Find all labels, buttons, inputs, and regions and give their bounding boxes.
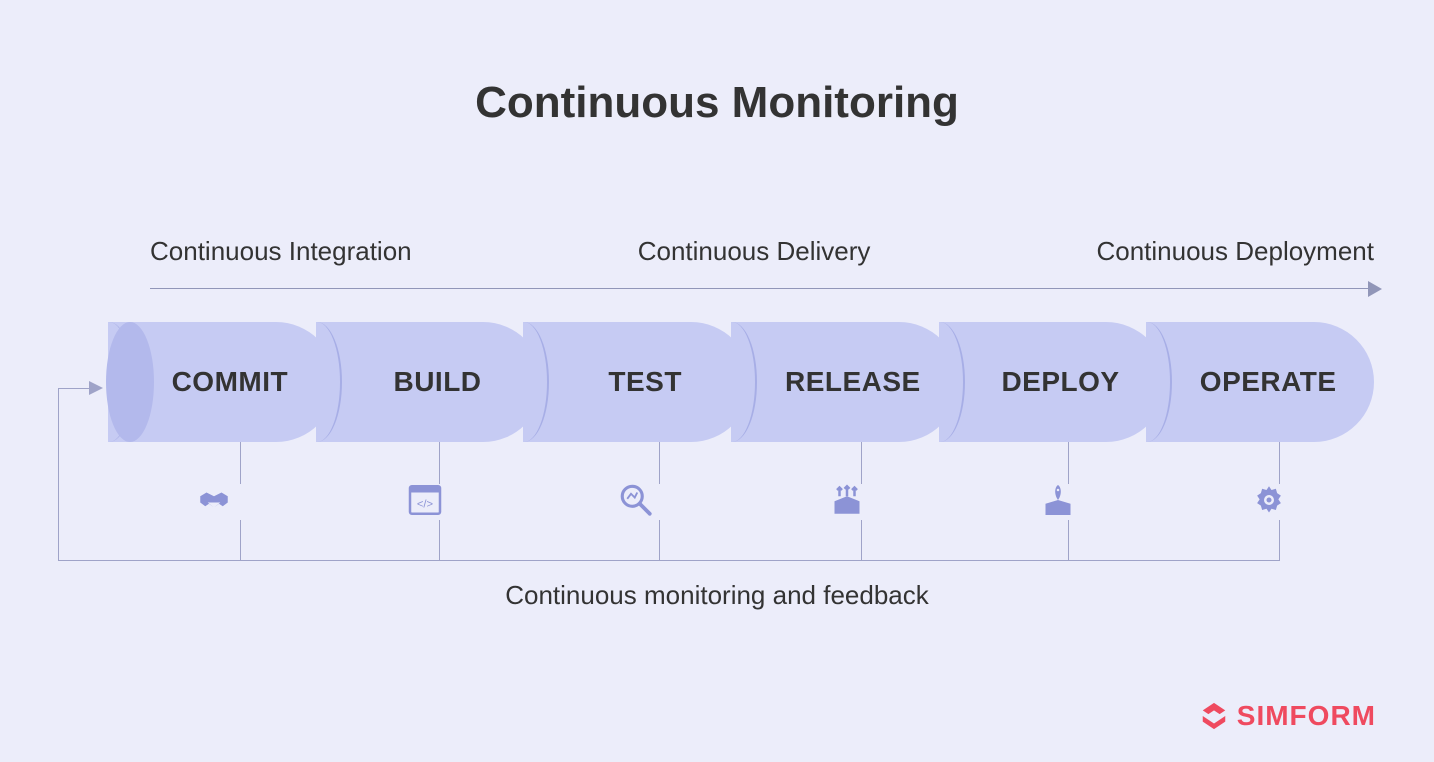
phase-labels-row: Continuous Integration Continuous Delive…: [150, 236, 1374, 267]
feedback-line: [1279, 520, 1280, 560]
connector-line: [1068, 442, 1069, 484]
feedback-line: [659, 520, 660, 560]
feedback-line: [1068, 520, 1069, 560]
phase-arrow-line: [150, 288, 1374, 289]
stage-label: TEST: [592, 366, 682, 398]
code-window-icon: </>: [319, 480, 530, 520]
gear-icon: [1163, 480, 1374, 520]
simform-mark-icon: [1199, 701, 1229, 731]
connector-line: [1279, 442, 1280, 484]
box-rocket-icon: [952, 480, 1163, 520]
stage-label: RELEASE: [769, 366, 921, 398]
stage-label: COMMIT: [156, 366, 289, 398]
box-arrows-up-icon: [741, 480, 952, 520]
feedback-line: [861, 520, 862, 560]
phase-deployment-label: Continuous Deployment: [1096, 236, 1374, 267]
feedback-label: Continuous monitoring and feedback: [0, 580, 1434, 611]
feedback-arrow-icon: [89, 381, 103, 395]
feedback-line: [58, 388, 59, 560]
stage-operate: OPERATE: [1146, 322, 1374, 442]
brand-text: SIMFORM: [1237, 700, 1376, 732]
connector-line: [439, 442, 440, 484]
pipeline-cylinder: COMMIT BUILD TEST RELEASE DEPLOY OPERATE: [108, 322, 1374, 442]
connector-line: [240, 442, 241, 484]
phase-integration-label: Continuous Integration: [150, 236, 412, 267]
feedback-line: [240, 520, 241, 560]
magnifier-analytics-icon: [530, 480, 741, 520]
diagram-title: Continuous Monitoring: [0, 78, 1434, 128]
connector-line: [861, 442, 862, 484]
phase-delivery-label: Continuous Delivery: [638, 236, 871, 267]
feedback-line: [58, 560, 1280, 561]
stage-icons-row: </>: [108, 480, 1374, 520]
stage-label: DEPLOY: [985, 366, 1119, 398]
pipeline-left-cap: [106, 322, 154, 442]
feedback-line: [439, 520, 440, 560]
handshake-icon: [108, 480, 319, 520]
brand-logo: SIMFORM: [1199, 700, 1376, 732]
connector-line: [659, 442, 660, 484]
stage-label: BUILD: [377, 366, 481, 398]
stage-label: OPERATE: [1184, 366, 1337, 398]
svg-text:</>: </>: [416, 499, 433, 511]
phase-arrow-head-icon: [1368, 281, 1382, 297]
